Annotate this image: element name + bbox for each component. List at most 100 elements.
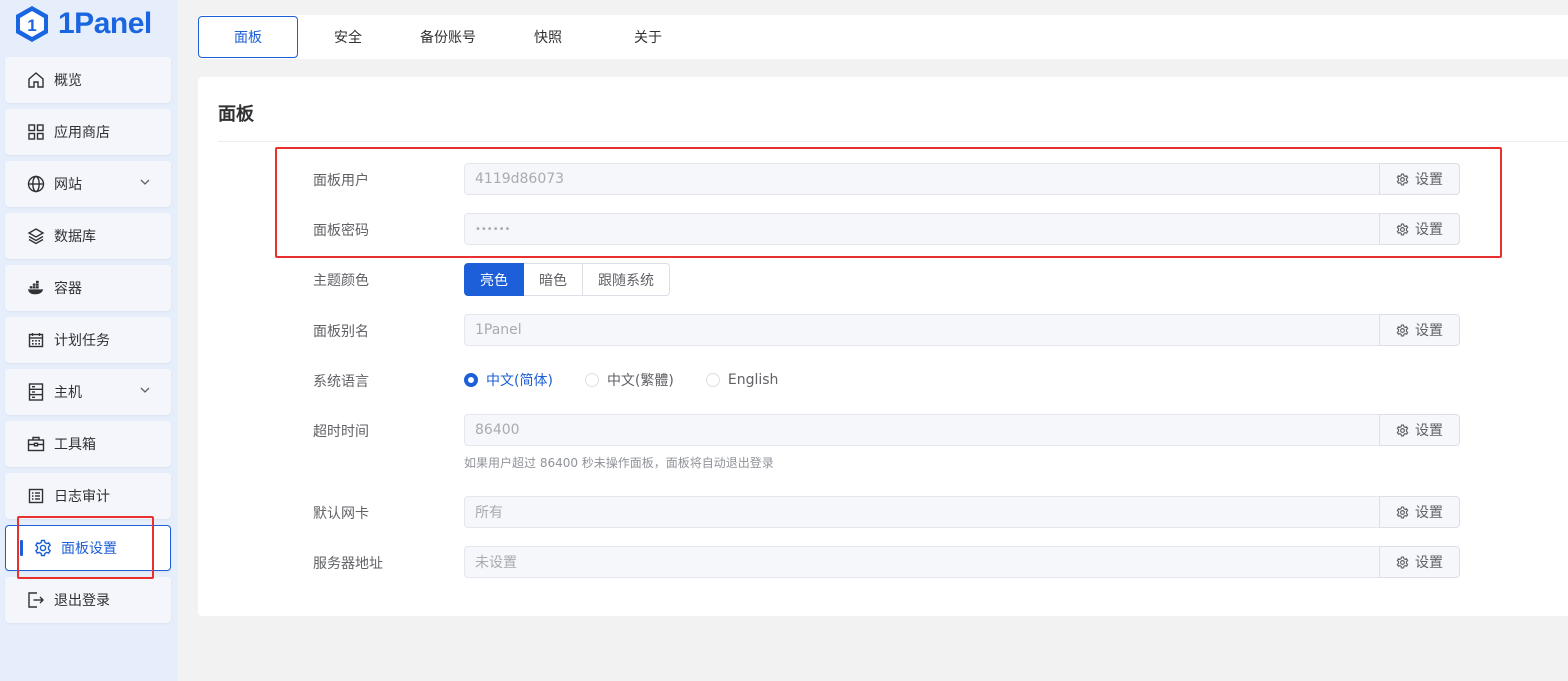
server-address-input[interactable]: 未设置 xyxy=(464,546,1379,578)
logo-icon: 1 xyxy=(16,6,48,42)
panel-password-set-button[interactable]: 设置 xyxy=(1379,213,1460,245)
theme-label: 主题颜色 xyxy=(313,273,369,289)
timeout-help-text: 如果用户超过 86400 秒未操作面板，面板将自动退出登录 xyxy=(464,456,774,470)
timeout-label: 超时时间 xyxy=(313,424,369,440)
sidebar-item-label: 概览 xyxy=(54,73,82,89)
panel-password-label: 面板密码 xyxy=(313,223,369,239)
radio-label: English xyxy=(727,372,779,388)
language-option-zh-tw[interactable]: 中文(繁體) xyxy=(584,370,674,390)
radio-label: 中文(繁體) xyxy=(606,373,674,389)
timeout-input[interactable]: 86400 xyxy=(464,414,1379,446)
server-address-field: 未设置 设置 xyxy=(464,546,1460,578)
sidebar-item-logout[interactable]: 退出登录 xyxy=(5,577,171,623)
panel-alias-field: 1Panel 设置 xyxy=(464,314,1460,346)
globe-icon xyxy=(27,175,45,193)
tab-panel[interactable]: 面板 xyxy=(198,16,298,58)
tab-about[interactable]: 关于 xyxy=(608,17,688,57)
radio-checked-icon xyxy=(464,373,478,387)
sidebar-item-label: 容器 xyxy=(54,281,82,297)
theme-selector: 亮色 暗色 跟随系统 xyxy=(464,263,670,296)
gear-icon xyxy=(1396,223,1409,236)
toolbox-icon xyxy=(27,435,45,453)
sidebar-item-label: 计划任务 xyxy=(54,333,110,349)
calendar-icon xyxy=(27,331,45,349)
panel-password-field: •••••• 设置 xyxy=(464,213,1460,245)
panel-user-input[interactable]: 4119d86073 xyxy=(464,163,1379,195)
panel-user-set-button[interactable]: 设置 xyxy=(1379,163,1460,195)
gear-icon xyxy=(1396,506,1409,519)
timeout-set-button[interactable]: 设置 xyxy=(1379,414,1460,446)
sidebar-item-audit-log[interactable]: 日志审计 xyxy=(5,473,171,519)
sidebar-item-app-store[interactable]: 应用商店 xyxy=(5,109,171,155)
language-radio-group: 中文(简体) 中文(繁體) English xyxy=(464,371,810,389)
timeout-field: 86400 设置 xyxy=(464,414,1460,446)
sidebar-item-label: 退出登录 xyxy=(54,593,110,609)
server-address-label: 服务器地址 xyxy=(313,556,383,572)
chevron-down-icon xyxy=(139,384,151,400)
tab-snapshot[interactable]: 快照 xyxy=(508,17,588,57)
sidebar: 1 1Panel 概览 应用商店 网站 数据库 容器 计划任务 主机 工具箱 日… xyxy=(0,0,178,681)
sidebar-item-container[interactable]: 容器 xyxy=(5,265,171,311)
docker-icon xyxy=(27,279,45,297)
gear-icon xyxy=(1396,424,1409,437)
sidebar-item-label: 主机 xyxy=(54,385,82,401)
default-nic-field: 所有 设置 xyxy=(464,496,1460,528)
sidebar-item-host[interactable]: 主机 xyxy=(5,369,171,415)
chevron-down-icon xyxy=(139,176,151,192)
gear-icon xyxy=(1396,556,1409,569)
language-option-en[interactable]: English xyxy=(705,372,779,388)
default-nic-label: 默认网卡 xyxy=(313,506,369,522)
language-label: 系统语言 xyxy=(313,374,369,390)
svg-text:1: 1 xyxy=(27,16,36,35)
sidebar-item-database[interactable]: 数据库 xyxy=(5,213,171,259)
sidebar-item-cron[interactable]: 计划任务 xyxy=(5,317,171,363)
gear-icon xyxy=(34,539,52,557)
set-label: 设置 xyxy=(1415,222,1443,238)
sidebar-item-label: 网站 xyxy=(54,177,82,193)
theme-light-button[interactable]: 亮色 xyxy=(464,263,524,296)
server-icon xyxy=(27,383,45,401)
brand-name: 1Panel xyxy=(58,7,152,40)
set-label: 设置 xyxy=(1415,323,1443,339)
sidebar-item-panel-settings[interactable]: 面板设置 xyxy=(5,525,171,571)
panel-alias-label: 面板别名 xyxy=(313,324,369,340)
default-nic-input[interactable]: 所有 xyxy=(464,496,1379,528)
logo[interactable]: 1 1Panel xyxy=(14,4,152,44)
settings-tabs: 面板 安全 备份账号 快照 关于 xyxy=(198,15,1568,59)
radio-label: 中文(简体) xyxy=(486,373,553,389)
sidebar-item-label: 面板设置 xyxy=(61,541,117,557)
sidebar-item-toolbox[interactable]: 工具箱 xyxy=(5,421,171,467)
panel-user-label: 面板用户 xyxy=(313,173,369,189)
tab-security[interactable]: 安全 xyxy=(308,17,388,57)
theme-dark-button[interactable]: 暗色 xyxy=(524,263,583,296)
panel-alias-input[interactable]: 1Panel xyxy=(464,314,1379,346)
default-nic-set-button[interactable]: 设置 xyxy=(1379,496,1460,528)
radio-unchecked-icon xyxy=(584,373,599,387)
gear-icon xyxy=(1396,173,1409,186)
layers-icon xyxy=(27,227,45,245)
page-title: 面板 xyxy=(218,104,254,125)
sidebar-item-overview[interactable]: 概览 xyxy=(5,57,171,103)
panel-password-input[interactable]: •••••• xyxy=(464,213,1379,245)
sidebar-item-label: 日志审计 xyxy=(54,489,110,505)
sidebar-item-label: 应用商店 xyxy=(54,125,110,141)
language-option-zh-cn[interactable]: 中文(简体) xyxy=(464,370,553,390)
gear-icon xyxy=(1396,324,1409,337)
set-label: 设置 xyxy=(1415,423,1443,439)
set-label: 设置 xyxy=(1415,172,1443,188)
divider xyxy=(218,141,1568,142)
sidebar-item-label: 数据库 xyxy=(54,229,96,245)
panel-user-field: 4119d86073 设置 xyxy=(464,163,1460,195)
log-icon xyxy=(27,487,45,505)
theme-system-button[interactable]: 跟随系统 xyxy=(583,263,670,296)
set-label: 设置 xyxy=(1415,505,1443,521)
grid-icon xyxy=(27,123,45,141)
logout-icon xyxy=(27,591,45,609)
panel-alias-set-button[interactable]: 设置 xyxy=(1379,314,1460,346)
radio-unchecked-icon xyxy=(705,373,720,387)
sidebar-item-website[interactable]: 网站 xyxy=(5,161,171,207)
tab-backup-accounts[interactable]: 备份账号 xyxy=(408,17,488,57)
set-label: 设置 xyxy=(1415,555,1443,571)
sidebar-item-label: 工具箱 xyxy=(54,437,96,453)
server-address-set-button[interactable]: 设置 xyxy=(1379,546,1460,578)
